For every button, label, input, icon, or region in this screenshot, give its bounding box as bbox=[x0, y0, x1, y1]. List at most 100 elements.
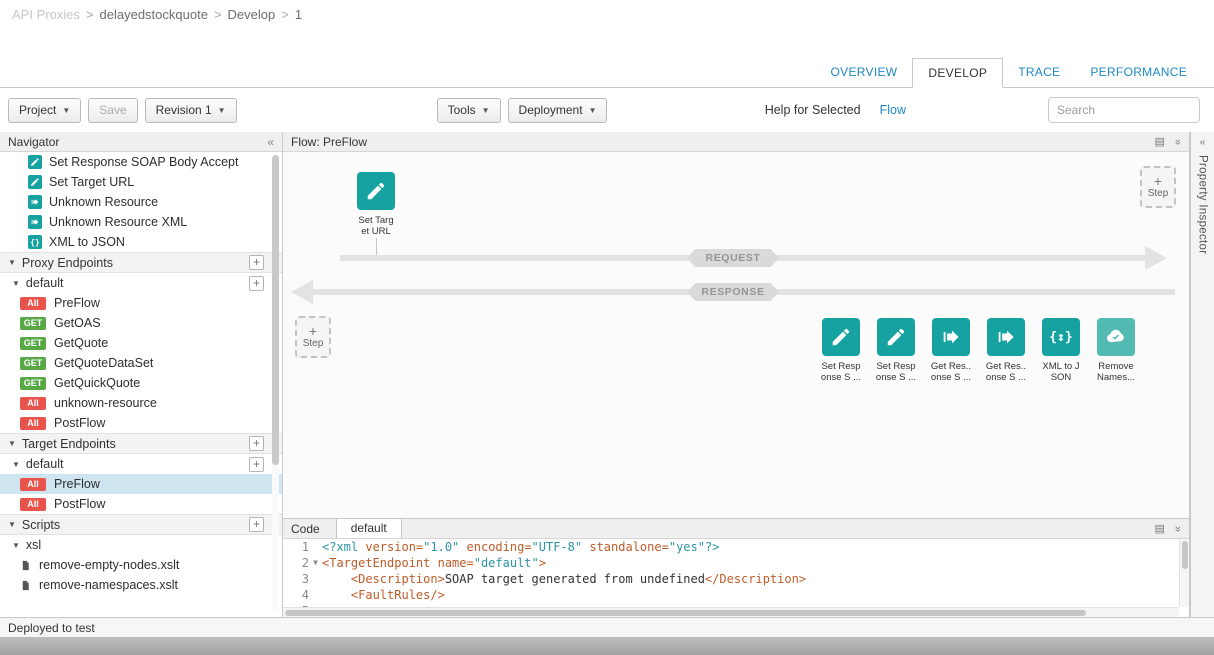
revision-menu-button[interactable]: Revision 1 ▼ bbox=[145, 98, 237, 123]
navigator-policy-unknown-resource[interactable]: Unknown Resource bbox=[0, 192, 282, 212]
panel-layout-icon[interactable]: ▤ bbox=[1154, 135, 1164, 148]
add-step-button-response[interactable]: + Step bbox=[295, 316, 331, 358]
line-number: 1 bbox=[283, 539, 309, 555]
add-step-label: Step bbox=[1148, 188, 1169, 199]
plus-icon: + bbox=[1154, 175, 1162, 188]
code-line[interactable]: 2▼<TargetEndpoint name="default"> bbox=[283, 555, 1189, 571]
project-menu-button[interactable]: Project ▼ bbox=[8, 98, 81, 123]
expand-panel-icon[interactable]: « bbox=[1200, 137, 1206, 148]
section-title: Target Endpoints bbox=[22, 437, 116, 451]
navigator-policy-set-target-url[interactable]: Set Target URL bbox=[0, 172, 282, 192]
search-input[interactable] bbox=[1048, 97, 1200, 123]
response-label: RESPONSE bbox=[687, 283, 779, 301]
group-xsl[interactable]: ▼xsl bbox=[0, 535, 282, 555]
tab-overview[interactable]: OVERVIEW bbox=[816, 58, 913, 87]
horizontal-scrollbar[interactable] bbox=[283, 607, 1179, 617]
section-title: Proxy Endpoints bbox=[22, 256, 113, 270]
flow-title: Flow: PreFlow bbox=[291, 135, 367, 149]
add-icon[interactable]: + bbox=[249, 436, 264, 451]
collapse-panel-icon[interactable]: « bbox=[267, 135, 274, 149]
add-icon[interactable]: + bbox=[249, 517, 264, 532]
navigator-item-preflow[interactable]: AllPreFlow bbox=[0, 293, 282, 313]
fold-toggle-icon bbox=[309, 539, 322, 555]
help-flow-link[interactable]: Flow bbox=[880, 103, 906, 117]
scrollbar-thumb[interactable] bbox=[285, 610, 1086, 616]
add-icon[interactable]: + bbox=[249, 457, 264, 472]
flow-step-braces[interactable]: {↕}XML to JSON bbox=[1035, 318, 1087, 383]
item-label: PreFlow bbox=[54, 296, 100, 310]
navigator-item-getquickquote[interactable]: GETGetQuickQuote bbox=[0, 373, 282, 393]
item-label: remove-namespaces.xslt bbox=[39, 578, 178, 592]
method-badge: GET bbox=[20, 377, 46, 390]
plus-icon: + bbox=[309, 325, 317, 338]
navigator-item-postflow[interactable]: AllPostFlow bbox=[0, 413, 282, 433]
navigator-item-getquote[interactable]: GETGetQuote bbox=[0, 333, 282, 353]
add-icon[interactable]: + bbox=[249, 255, 264, 270]
collapse-down-icon[interactable]: « bbox=[1172, 138, 1184, 144]
navigator-item-unknown-resource[interactable]: Allunknown-resource bbox=[0, 393, 282, 413]
step-check-icon bbox=[1097, 318, 1135, 356]
code-line[interactable]: 1<?xml version="1.0" encoding="UTF-8" st… bbox=[283, 539, 1189, 555]
section-proxy-endpoints[interactable]: ▼Proxy Endpoints+ bbox=[0, 252, 282, 273]
panel-layout-icon[interactable]: ▤ bbox=[1154, 522, 1164, 535]
flow-step-pencil[interactable]: Set Target URL bbox=[350, 172, 402, 237]
breadcrumb-item-delayedstockquote[interactable]: delayedstockquote bbox=[100, 7, 208, 22]
flow-step-arrow[interactable]: Get Res..onse S ... bbox=[925, 318, 977, 383]
flow-step-arrow[interactable]: Get Res..onse S ... bbox=[980, 318, 1032, 383]
tools-menu-button[interactable]: Tools ▼ bbox=[437, 98, 501, 123]
breadcrumb-item-develop[interactable]: Develop bbox=[228, 7, 276, 22]
save-button[interactable]: Save bbox=[88, 98, 137, 123]
scrollbar-thumb[interactable] bbox=[272, 155, 279, 465]
navigator-item-remove-namespaces-xslt[interactable]: remove-namespaces.xslt bbox=[0, 575, 282, 595]
code-tab-default[interactable]: default bbox=[336, 518, 402, 538]
fold-toggle-icon[interactable]: ▼ bbox=[309, 555, 322, 571]
vertical-scrollbar[interactable] bbox=[1179, 539, 1189, 607]
tab-develop[interactable]: DEVELOP bbox=[912, 58, 1003, 88]
file-icon bbox=[20, 559, 31, 572]
method-badge: GET bbox=[20, 317, 46, 330]
item-label: GetOAS bbox=[54, 316, 101, 330]
navigator-item-remove-empty-nodes-xslt[interactable]: remove-empty-nodes.xslt bbox=[0, 555, 282, 575]
flow-step-pencil[interactable]: Set Response S ... bbox=[815, 318, 867, 383]
code-line[interactable]: 4 <FaultRules/> bbox=[283, 587, 1189, 603]
navigator-policy-unknown-resource-xml[interactable]: Unknown Resource XML bbox=[0, 212, 282, 232]
navigator-item-getoas[interactable]: GET GetOAS bbox=[0, 313, 282, 333]
navigator-item-postflow[interactable]: AllPostFlow bbox=[0, 494, 282, 514]
tab-trace[interactable]: TRACE bbox=[1003, 58, 1075, 87]
breadcrumb-separator: > bbox=[214, 7, 222, 22]
scrollbar-thumb[interactable] bbox=[1182, 541, 1188, 569]
code-panel: Code default ▤ « 1<?xml version="1.0" en… bbox=[283, 518, 1190, 617]
step-pencil-icon bbox=[877, 318, 915, 356]
navigator-policy-set-response-soap-body-accept[interactable]: Set Response SOAP Body Accept bbox=[0, 152, 282, 172]
tab-performance[interactable]: PERFORMANCE bbox=[1075, 58, 1202, 87]
flow-step-check[interactable]: RemoveNames... bbox=[1090, 318, 1142, 383]
code-editor[interactable]: 1<?xml version="1.0" encoding="UTF-8" st… bbox=[283, 539, 1189, 617]
breadcrumb-item-api-proxies[interactable]: API Proxies bbox=[12, 7, 80, 22]
group-default[interactable]: ▼default+ bbox=[0, 273, 282, 293]
item-label: unknown-resource bbox=[54, 396, 157, 410]
braces-icon: {} bbox=[28, 235, 42, 249]
property-inspector-label: Property Inspector bbox=[1197, 155, 1209, 254]
navigator-item-preflow[interactable]: AllPreFlow bbox=[0, 474, 282, 494]
flow-step-pencil[interactable]: Set Response S ... bbox=[870, 318, 922, 383]
request-arrow-icon bbox=[1145, 246, 1167, 270]
add-icon[interactable]: + bbox=[249, 276, 264, 291]
line-number: 2 bbox=[283, 555, 309, 571]
help-for-selected-label: Help for Selected bbox=[765, 103, 861, 117]
step-label: XML to JSON bbox=[1042, 361, 1079, 383]
navigator-item-getquotedataset[interactable]: GETGetQuoteDataSet bbox=[0, 353, 282, 373]
navigator-scrollbar[interactable] bbox=[272, 155, 279, 612]
code-line[interactable]: 3 <Description>SOAP target generated fro… bbox=[283, 571, 1189, 587]
section-target-endpoints[interactable]: ▼Target Endpoints+ bbox=[0, 433, 282, 454]
item-label: PreFlow bbox=[54, 477, 100, 491]
add-step-button-request[interactable]: + Step bbox=[1140, 166, 1176, 208]
deployment-menu-button[interactable]: Deployment ▼ bbox=[508, 98, 608, 123]
center-column: Flow: PreFlow ▤ « + Step + Step bbox=[283, 132, 1190, 617]
section-scripts[interactable]: ▼Scripts+ bbox=[0, 514, 282, 535]
navigator-policy-xml-to-json[interactable]: {}XML to JSON bbox=[0, 232, 282, 252]
step-label: Get Res..onse S ... bbox=[931, 361, 971, 383]
group-default[interactable]: ▼default+ bbox=[0, 454, 282, 474]
property-inspector-strip[interactable]: « Property Inspector bbox=[1190, 132, 1214, 617]
navigator-title: Navigator bbox=[8, 135, 59, 149]
collapse-down-icon[interactable]: « bbox=[1172, 525, 1184, 531]
